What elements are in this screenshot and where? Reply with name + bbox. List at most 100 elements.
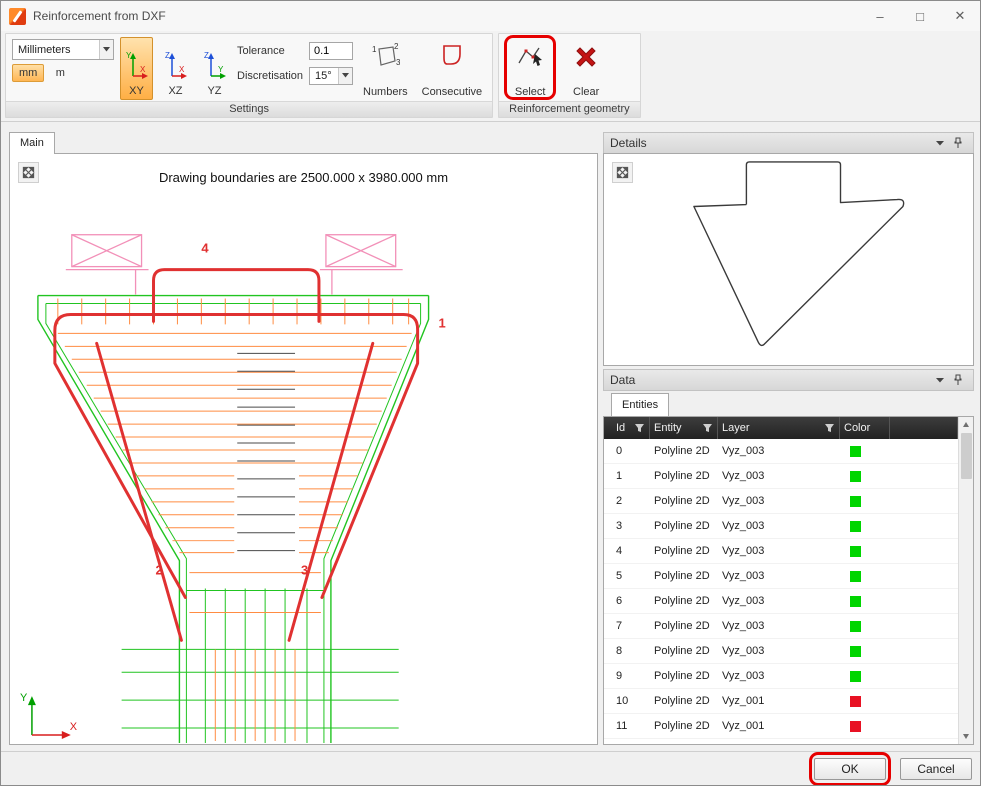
close-button[interactable]: ✕ <box>940 1 980 31</box>
select-label: Select <box>515 86 546 98</box>
filter-funnel-icon[interactable] <box>702 423 713 433</box>
cell-id: 8 <box>612 645 650 657</box>
drawing-canvas[interactable]: Drawing boundaries are 2500.000 x 3980.0… <box>9 153 598 745</box>
cell-entity: Polyline 2D <box>650 670 718 682</box>
table-row[interactable]: 9 Polyline 2D Vyz_003 <box>604 664 958 689</box>
details-fit-view-button[interactable] <box>612 162 633 183</box>
scroll-up-arrow[interactable] <box>959 417 973 432</box>
table-row[interactable]: 0 Polyline 2D Vyz_003 <box>604 439 958 464</box>
cell-id: 10 <box>612 695 650 707</box>
table-row[interactable]: 8 Polyline 2D Vyz_003 <box>604 639 958 664</box>
table-scrollbar[interactable] <box>958 417 973 744</box>
table-row[interactable]: 11 Polyline 2D Vyz_001 <box>604 714 958 739</box>
reinforcement-bars <box>55 270 418 641</box>
cell-id: 3 <box>612 520 650 532</box>
numbers-button[interactable]: 1 2 3 Numbers <box>359 37 412 100</box>
svg-text:Z: Z <box>165 51 170 60</box>
plane-xy-button[interactable]: Y X XY <box>120 37 153 100</box>
plane-xz-button[interactable]: Z X XZ <box>159 37 192 100</box>
cell-layer: Vyz_003 <box>718 570 840 582</box>
tab-main[interactable]: Main <box>9 132 55 154</box>
yz-axes-icon: Z Y <box>203 49 227 84</box>
unit-m-button[interactable]: m <box>47 64 73 82</box>
consecutive-icon <box>437 40 467 72</box>
plane-yz-button[interactable]: Z Y YZ <box>198 37 231 100</box>
cell-layer: Vyz_003 <box>718 470 840 482</box>
cell-entity: Polyline 2D <box>650 445 718 457</box>
tolerance-input[interactable] <box>309 42 353 60</box>
cell-color <box>840 670 890 682</box>
clear-button[interactable]: Clear <box>561 37 611 100</box>
selected-bar-preview <box>604 154 973 365</box>
ok-button[interactable]: OK <box>814 758 886 780</box>
scrollbar-thumb[interactable] <box>961 433 972 479</box>
settings-group-label: Settings <box>6 101 492 117</box>
column-header-color[interactable]: Color <box>840 417 890 439</box>
dxf-drawing: 1 2 3 4 Y X <box>10 154 597 744</box>
minimize-button[interactable]: – <box>860 1 900 31</box>
column-header-layer[interactable]: Layer <box>718 417 840 439</box>
select-button[interactable]: Select <box>505 37 555 100</box>
color-swatch <box>850 571 861 582</box>
table-row[interactable]: 2 Polyline 2D Vyz_003 <box>604 489 958 514</box>
filter-funnel-icon[interactable] <box>824 423 835 433</box>
color-swatch <box>850 721 861 732</box>
color-swatch <box>850 696 861 707</box>
cell-color <box>840 445 890 457</box>
pier-outline <box>38 296 429 743</box>
bar-number-labels: 1 2 3 4 <box>156 241 446 578</box>
table-row[interactable]: 7 Polyline 2D Vyz_003 <box>604 614 958 639</box>
cell-layer: Vyz_003 <box>718 645 840 657</box>
chevron-down-icon[interactable] <box>338 68 352 84</box>
table-row[interactable]: 10 Polyline 2D Vyz_001 <box>604 689 958 714</box>
filter-funnel-icon[interactable] <box>634 423 645 433</box>
consecutive-button[interactable]: Consecutive <box>418 37 487 100</box>
svg-text:Y: Y <box>218 65 224 74</box>
column-header-id[interactable]: Id <box>612 417 650 439</box>
cell-entity: Polyline 2D <box>650 495 718 507</box>
table-row[interactable]: 6 Polyline 2D Vyz_003 <box>604 589 958 614</box>
discretisation-dropdown[interactable]: 15° <box>309 67 353 85</box>
column-header-entity[interactable]: Entity <box>650 417 718 439</box>
details-pin-icon[interactable] <box>949 135 967 151</box>
table-row[interactable]: 5 Polyline 2D Vyz_003 <box>604 564 958 589</box>
reinforcement-geometry-group: Select Clear Reinforcement geometry <box>498 33 640 118</box>
column-header-spacer <box>890 417 958 439</box>
table-row[interactable]: 1 Polyline 2D Vyz_003 <box>604 464 958 489</box>
cell-id: 4 <box>612 545 650 557</box>
xz-axes-icon: Z X <box>164 49 188 84</box>
table-row[interactable]: 3 Polyline 2D Vyz_003 <box>604 514 958 539</box>
data-panel-title: Data <box>610 373 931 387</box>
data-collapse-chevron-icon[interactable] <box>931 372 949 388</box>
units-dropdown[interactable]: Millimeters <box>12 39 114 60</box>
numbers-icon: 1 2 3 <box>370 40 400 72</box>
cell-id: 5 <box>612 570 650 582</box>
cell-id: 11 <box>612 720 650 732</box>
cell-color <box>840 470 890 482</box>
fit-view-button[interactable] <box>18 162 39 183</box>
scroll-down-arrow[interactable] <box>959 729 973 744</box>
cancel-button[interactable]: Cancel <box>900 758 972 780</box>
cell-id: 1 <box>612 470 650 482</box>
unit-mm-button[interactable]: mm <box>12 64 44 82</box>
settings-group-body: Millimeters mm m <box>6 34 492 101</box>
discretisation-row: Discretisation 15° <box>237 66 353 85</box>
table-row[interactable]: 4 Polyline 2D Vyz_003 <box>604 539 958 564</box>
maximize-button[interactable]: □ <box>900 1 940 31</box>
data-panel-header: Data <box>603 369 974 391</box>
cell-entity: Polyline 2D <box>650 470 718 482</box>
data-pin-icon[interactable] <box>949 372 967 388</box>
cell-color <box>840 720 890 732</box>
color-swatch <box>850 471 861 482</box>
cell-entity: Polyline 2D <box>650 545 718 557</box>
plane-xz-label: XZ <box>168 85 182 97</box>
details-collapse-chevron-icon[interactable] <box>931 135 949 151</box>
discretisation-value: 15° <box>310 68 338 84</box>
chevron-down-icon[interactable] <box>99 40 113 59</box>
tab-entities[interactable]: Entities <box>611 393 669 416</box>
cell-id: 9 <box>612 670 650 682</box>
unit-toggle: mm m <box>12 64 114 82</box>
window-controls: – □ ✕ <box>860 1 980 31</box>
axis-indicator: Y X <box>20 692 78 739</box>
cell-layer: Vyz_003 <box>718 520 840 532</box>
